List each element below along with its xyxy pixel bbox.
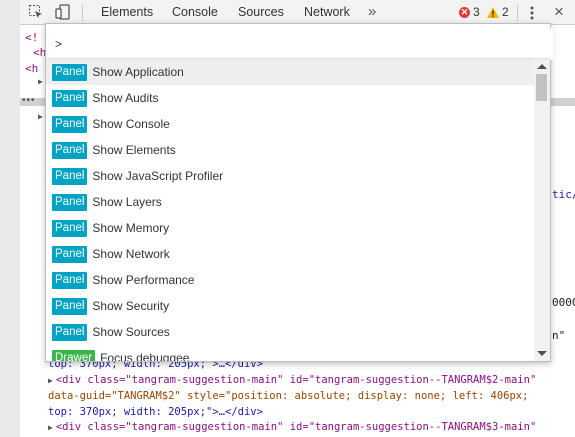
command-label: Show Sources — [92, 325, 170, 339]
code-line[interactable]: ▶ <div class="tangram-suggestion-main" id… — [48, 421, 536, 433]
command-item-show-elements[interactable]: Panel Show Elements — [46, 137, 534, 163]
toolbar-divider — [517, 4, 518, 21]
tab-network[interactable]: Network — [304, 0, 350, 24]
command-item-focus-debuggee[interactable]: Drawer Focus debuggee — [46, 345, 534, 361]
command-label: Show Security — [92, 299, 170, 313]
command-item-show-application[interactable]: Panel Show Application — [46, 59, 534, 85]
command-item-show-console[interactable]: Panel Show Console — [46, 111, 534, 137]
command-item-show-javascript-profiler[interactable]: Panel Show JavaScript Profiler — [46, 163, 534, 189]
category-badge: Panel — [52, 63, 88, 81]
device-toolbar-icon[interactable] — [54, 3, 72, 21]
command-input[interactable] — [50, 28, 553, 60]
errors-count: 3 — [473, 5, 480, 19]
category-badge: Panel — [52, 297, 88, 315]
command-label: Show Console — [92, 117, 170, 131]
command-label: Show Application — [92, 65, 184, 79]
customize-menu-icon[interactable] — [529, 5, 535, 21]
expand-triangle-icon[interactable]: ▶ — [38, 77, 43, 86]
command-label: Show Performance — [92, 273, 195, 287]
category-badge: Drawer — [52, 349, 96, 361]
inspect-element-icon[interactable] — [27, 3, 45, 21]
category-badge: Panel — [52, 167, 88, 185]
toolbar-divider — [82, 4, 83, 21]
errors-badge[interactable]: ✕ 3 — [459, 5, 480, 19]
command-label: Show Memory — [92, 221, 170, 235]
scrollbar-thumb[interactable] — [536, 74, 547, 101]
command-item-show-memory[interactable]: Panel Show Memory — [46, 215, 534, 241]
left-edge-strip — [0, 0, 20, 437]
code-fragment: tic/ — [552, 188, 575, 201]
code-fragment: n" — [552, 329, 566, 342]
expand-triangle-icon[interactable]: ▶ — [38, 112, 43, 121]
command-item-show-audits[interactable]: Panel Show Audits — [46, 85, 534, 111]
code-line: top: 370px; width: 205px;">…</div> — [48, 406, 263, 418]
command-list-scrollbar[interactable] — [534, 59, 550, 361]
expand-triangle-icon[interactable]: ▶ — [48, 376, 53, 385]
command-label: Show Audits — [92, 91, 159, 105]
code-fragment: <! — [25, 31, 39, 44]
category-badge: Panel — [52, 245, 88, 263]
category-badge: Panel — [52, 323, 88, 341]
command-menu: Panel Show Application Panel Show Audits… — [45, 23, 553, 362]
command-item-show-layers[interactable]: Panel Show Layers — [46, 189, 534, 215]
category-badge: Panel — [52, 219, 88, 237]
command-list: Panel Show Application Panel Show Audits… — [46, 59, 534, 361]
code-line: data-guid="TANGRAM$2" style="position: a… — [48, 390, 529, 402]
warnings-badge[interactable]: 2 — [487, 5, 509, 19]
command-item-show-security[interactable]: Panel Show Security — [46, 293, 534, 319]
category-badge: Panel — [52, 193, 88, 211]
scroll-up-arrow-icon[interactable] — [537, 64, 547, 69]
command-item-show-performance[interactable]: Panel Show Performance — [46, 267, 534, 293]
tab-elements[interactable]: Elements — [101, 0, 153, 24]
command-item-show-sources[interactable]: Panel Show Sources — [46, 319, 534, 345]
code-fragment: 0000 — [552, 296, 575, 309]
expand-triangle-icon[interactable]: ▶ — [48, 423, 53, 432]
warning-icon — [487, 6, 499, 18]
tab-sources[interactable]: Sources — [238, 0, 284, 24]
close-devtools-icon[interactable]: × — [554, 2, 564, 22]
command-item-show-network[interactable]: Panel Show Network — [46, 241, 534, 267]
category-badge: Panel — [52, 115, 88, 133]
code-line[interactable]: ▶ <div class="tangram-suggestion-main" id… — [48, 374, 536, 386]
category-badge: Panel — [52, 141, 88, 159]
warnings-count: 2 — [502, 5, 509, 19]
more-tabs-button[interactable]: » — [368, 0, 376, 24]
command-label: Focus debuggee — [100, 351, 190, 361]
command-label: Show Elements — [92, 143, 176, 157]
command-label: Show JavaScript Profiler — [92, 169, 224, 183]
code-fragment: <h — [25, 62, 39, 75]
devtools-toolbar: Elements Console Sources Network » ✕ 3 2… — [20, 0, 575, 25]
command-label: Show Layers — [92, 195, 162, 209]
category-badge: Panel — [52, 89, 88, 107]
category-badge: Panel — [52, 271, 88, 289]
scroll-down-arrow-icon[interactable] — [537, 351, 547, 356]
error-icon: ✕ — [459, 6, 470, 18]
command-label: Show Network — [92, 247, 170, 261]
ellipsis-icon[interactable]: ••• — [22, 95, 36, 106]
tab-console[interactable]: Console — [172, 0, 218, 24]
